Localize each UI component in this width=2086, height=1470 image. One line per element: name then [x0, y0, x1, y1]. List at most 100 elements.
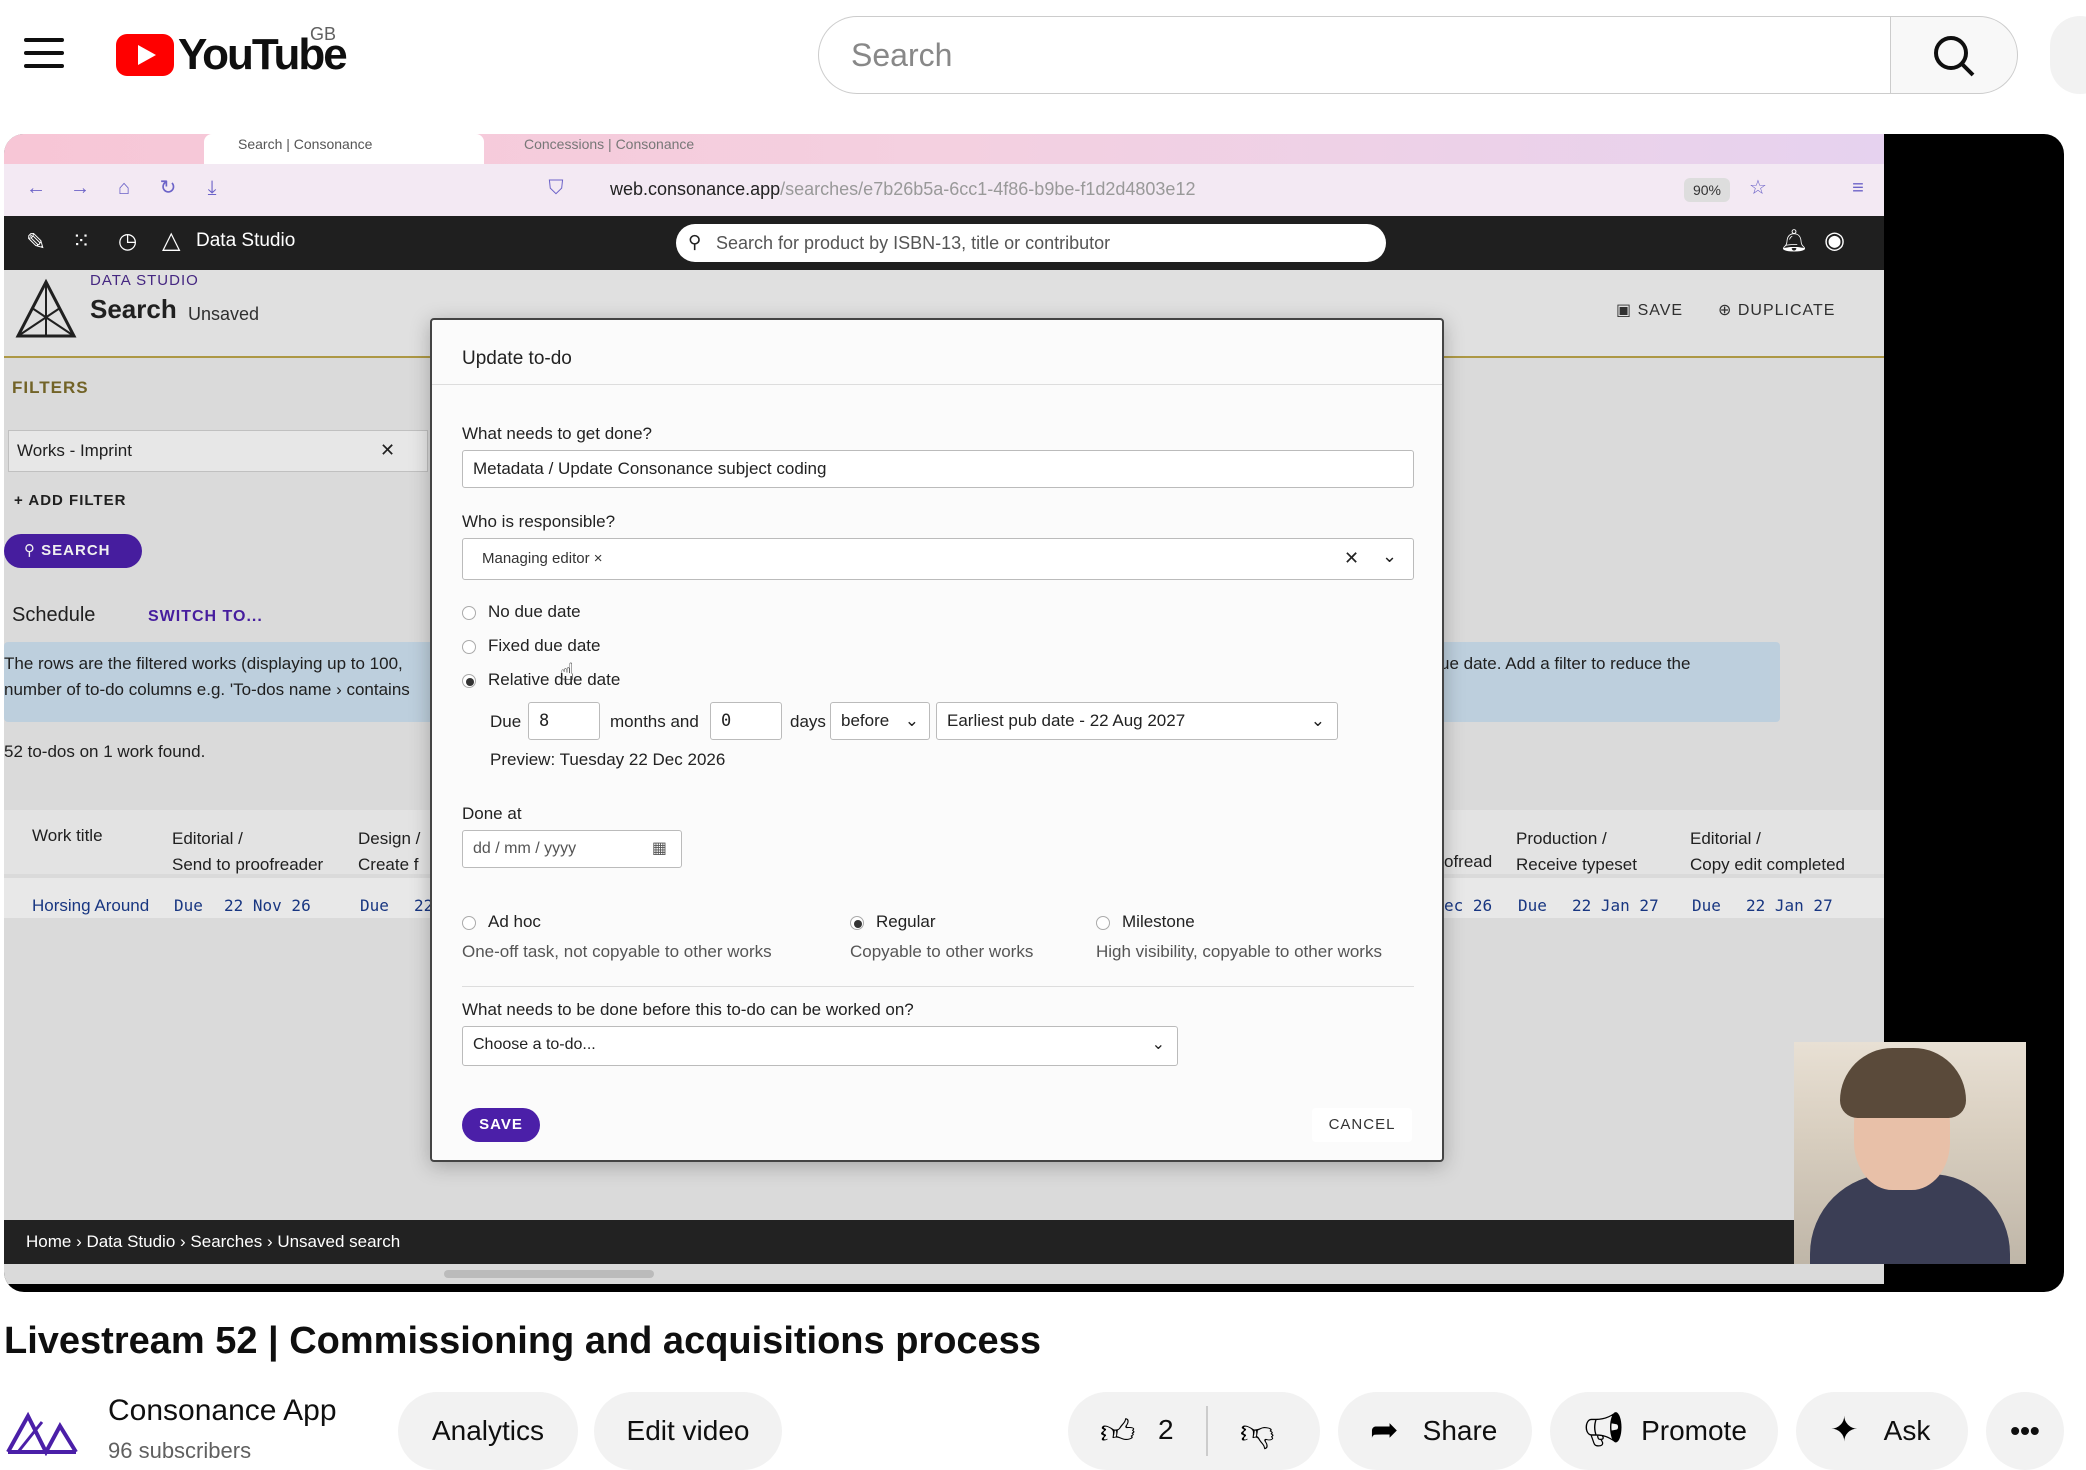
modal-title: Update to-do — [462, 348, 572, 369]
history-icon[interactable]: ◷ — [118, 228, 137, 254]
share-label: Share — [1422, 1415, 1498, 1446]
cancel-button[interactable]: CANCEL — [1312, 1108, 1412, 1142]
type-regular-desc: Copyable to other works — [850, 942, 1034, 961]
account-icon[interactable]: ◉ — [1824, 226, 1845, 255]
video-title: Livestream 52 | Commissioning and acquis… — [4, 1320, 1041, 1362]
analytics-button[interactable]: Analytics — [398, 1392, 578, 1470]
type-ad-hoc-label[interactable]: Ad hoc — [488, 912, 541, 932]
chevron-down-icon: ⌄ — [1151, 1036, 1165, 1053]
save-button[interactable]: SAVE — [462, 1108, 540, 1142]
chip-remove-icon[interactable]: × — [594, 550, 603, 567]
browser-tab-active[interactable]: Search | Consonance — [204, 134, 484, 164]
share-button[interactable]: Share — [1338, 1392, 1532, 1470]
responsible-chip[interactable]: Managing editor × — [482, 550, 603, 567]
share-icon: ➦ — [1370, 1411, 1399, 1449]
edit-video-button[interactable]: Edit video — [594, 1392, 782, 1470]
menu-icon[interactable] — [24, 38, 64, 70]
sparkle-icon: ✦ — [1830, 1411, 1859, 1449]
home-icon[interactable]: ⌂ — [112, 176, 136, 200]
download-icon[interactable]: ⤓ — [200, 176, 224, 200]
youtube-topbar: YouTube GB Search — [0, 0, 2086, 112]
app-logo-icon[interactable]: ✎ — [26, 228, 46, 257]
prerequisite-select[interactable]: Choose a to-do... ⌄ — [462, 1026, 1178, 1066]
zoom-level[interactable]: 90% — [1684, 178, 1730, 202]
more-icon: ••• — [2010, 1415, 2040, 1446]
browser-tab[interactable]: Concessions | Consonance — [524, 136, 694, 152]
url-domain: web.consonance.app — [610, 179, 781, 199]
radio-label[interactable]: No due date — [488, 602, 581, 622]
months-input[interactable]: 8 — [528, 702, 600, 740]
calendar-icon[interactable]: ▦ — [652, 831, 667, 867]
reload-icon[interactable]: ↻ — [156, 176, 180, 200]
channel-logo-icon[interactable] — [6, 1402, 78, 1457]
what-input[interactable]: Metadata / Update Consonance subject cod… — [462, 450, 1414, 488]
video-player[interactable]: Search | Consonance Concessions | Conson… — [4, 134, 2064, 1292]
clear-icon[interactable]: ✕ — [1344, 548, 1359, 569]
region-code: GB — [310, 24, 337, 44]
bell-icon[interactable]: 🔔︎ — [1780, 228, 1808, 254]
radio-relative-due[interactable] — [462, 674, 476, 688]
like-icon[interactable]: 👍︎ — [1100, 1412, 1136, 1453]
days-input[interactable]: 0 — [710, 702, 782, 740]
mic-icon[interactable] — [2050, 16, 2086, 94]
radio-label[interactable]: Fixed due date — [488, 636, 600, 656]
data-studio-icon: △ — [162, 227, 181, 254]
who-label: Who is responsible? — [462, 512, 616, 531]
radio-regular[interactable] — [850, 916, 864, 930]
dislike-icon[interactable]: 👎︎ — [1240, 1412, 1275, 1453]
divider — [1206, 1406, 1208, 1456]
divider — [462, 986, 1414, 987]
radio-no-due[interactable] — [462, 606, 476, 620]
date-placeholder: dd / mm / yyyy — [473, 840, 577, 857]
menu-lines-icon[interactable]: ≡ — [1846, 176, 1870, 200]
url-bar[interactable]: web.consonance.app/searches/e7b26b5a-6cc… — [610, 172, 1670, 206]
radio-ad-hoc[interactable] — [462, 916, 476, 930]
months-and-label: months and — [610, 712, 699, 731]
chevron-down-icon: ⌄ — [1310, 711, 1325, 730]
search-icon: ⚲ — [688, 232, 702, 252]
prerequisite-placeholder: Choose a to-do... — [473, 1036, 596, 1053]
forward-icon[interactable]: → — [68, 176, 92, 200]
url-path: /searches/e7b26b5a-6cc1-4f86-b9be-f1d2d4… — [780, 179, 1196, 199]
youtube-logo-icon[interactable] — [116, 34, 174, 76]
promote-label: Promote — [1641, 1415, 1747, 1446]
type-milestone-label[interactable]: Milestone — [1122, 912, 1195, 932]
like-count: 2 — [1158, 1414, 1174, 1445]
horizontal-scrollbar[interactable] — [444, 1270, 654, 1278]
chevron-down-icon[interactable]: ⌄ — [1382, 546, 1397, 567]
channel-name[interactable]: Consonance App — [108, 1394, 337, 1428]
chevron-down-icon: ⌄ — [904, 711, 919, 730]
radio-fixed-due[interactable] — [462, 640, 476, 654]
who-select[interactable] — [462, 538, 1414, 580]
prerequisite-label: What needs to be done before this to-do … — [462, 1000, 914, 1019]
search-icon — [1934, 36, 1975, 77]
radio-label[interactable]: Relative due date — [488, 670, 620, 690]
due-preview: Preview: Tuesday 22 Dec 2026 — [490, 750, 726, 769]
youtube-search-input[interactable]: Search — [818, 16, 1892, 94]
star-icon[interactable]: ☆ — [1746, 176, 1770, 200]
anchor-date-value: Earliest pub date - 22 Aug 2027 — [947, 711, 1186, 730]
back-icon[interactable]: ← — [24, 176, 48, 200]
done-at-label: Done at — [462, 804, 522, 823]
ask-label: Ask — [1883, 1415, 1931, 1446]
type-regular-label[interactable]: Regular — [876, 912, 936, 932]
more-options-button[interactable]: ••• — [1986, 1392, 2064, 1470]
radio-milestone[interactable] — [1096, 916, 1110, 930]
what-label: What needs to get done? — [462, 424, 652, 443]
due-label: Due — [490, 712, 522, 731]
ask-button[interactable]: Ask — [1796, 1392, 1968, 1470]
divider — [432, 384, 1442, 385]
screen-recording: Search | Consonance Concessions | Conson… — [4, 134, 1884, 1284]
youtube-search-button[interactable] — [1890, 16, 2018, 94]
done-at-date-input[interactable]: dd / mm / yyyy ▦ — [462, 830, 682, 868]
product-search-input[interactable]: Search for product by ISBN-13, title or … — [676, 224, 1386, 262]
anchor-date-select[interactable]: Earliest pub date - 22 Aug 2027 ⌄ — [936, 702, 1338, 740]
subscriber-count: 96 subscribers — [108, 1438, 252, 1463]
before-after-select[interactable]: before ⌄ — [830, 702, 930, 740]
before-after-value: before — [841, 711, 890, 730]
footer-breadcrumb: Home › Data Studio › Searches › Unsaved … — [4, 1220, 1884, 1264]
apps-grid-icon[interactable]: ⁙ — [72, 228, 90, 254]
section-label[interactable]: Data Studio — [196, 230, 295, 252]
responsible-chip-label: Managing editor — [482, 550, 590, 567]
type-milestone-desc: High visibility, copyable to other works — [1096, 942, 1382, 961]
